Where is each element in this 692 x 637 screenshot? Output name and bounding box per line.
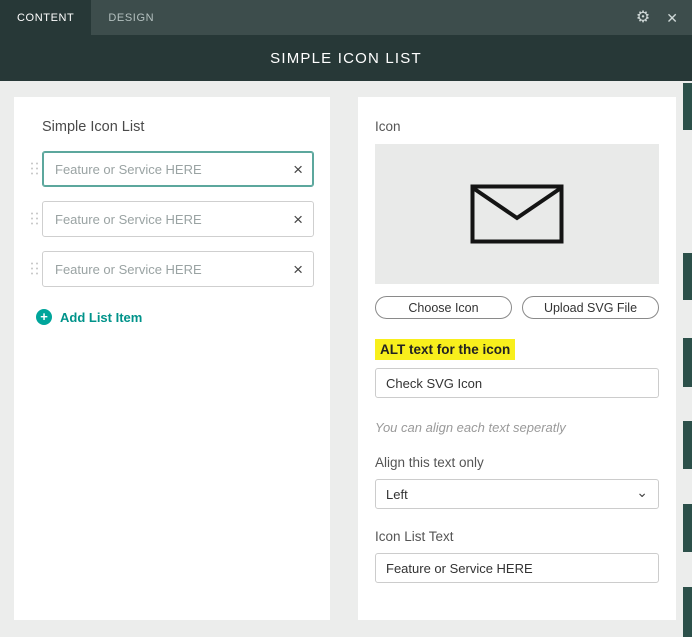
plus-icon: + xyxy=(36,309,52,325)
drag-handle-icon[interactable] xyxy=(31,213,39,226)
page-edge-strip xyxy=(683,253,692,300)
choose-icon-button[interactable]: Choose Icon xyxy=(375,296,512,319)
icon-preview-box xyxy=(375,144,659,284)
alt-text-label: ALT text for the icon xyxy=(375,339,515,360)
align-note: You can align each text seperatly xyxy=(375,420,659,435)
upload-svg-button[interactable]: Upload SVG File xyxy=(522,296,659,319)
list-panel-heading: Simple Icon List xyxy=(42,119,314,135)
envelope-icon xyxy=(470,184,564,244)
page-edge-strip xyxy=(683,504,692,552)
align-label: Align this text only xyxy=(375,455,659,470)
icon-list-text-input[interactable] xyxy=(375,553,659,583)
add-list-item-label: Add List Item xyxy=(60,310,142,325)
icon-list-text-label: Icon List Text xyxy=(375,529,659,544)
align-select-value: Left xyxy=(386,487,408,502)
list-item: × xyxy=(42,251,314,287)
add-list-item-button[interactable]: + Add List Item xyxy=(36,309,142,325)
tab-bar: CONTENT DESIGN ⚙ ✕ xyxy=(0,0,692,35)
remove-item-icon[interactable]: × xyxy=(287,161,303,178)
icon-buttons-row: Choose Icon Upload SVG File xyxy=(375,296,659,319)
icon-settings-panel: Icon Choose Icon Upload SVG File ALT tex… xyxy=(358,97,676,620)
page-edge-strip xyxy=(683,421,692,469)
drag-handle-icon[interactable] xyxy=(31,263,39,276)
tab-content-label: CONTENT xyxy=(17,12,74,24)
tab-content[interactable]: CONTENT xyxy=(0,0,91,35)
remove-item-icon[interactable]: × xyxy=(287,211,303,228)
drag-handle-icon[interactable] xyxy=(31,163,39,176)
list-item-input-3[interactable] xyxy=(53,261,287,278)
page-title: SIMPLE ICON LIST xyxy=(270,50,422,67)
page-edge-strip xyxy=(683,587,692,637)
gear-icon[interactable]: ⚙ xyxy=(636,10,650,26)
remove-item-icon[interactable]: × xyxy=(287,261,303,278)
list-panel: Simple Icon List × × xyxy=(14,97,330,620)
tab-design[interactable]: DESIGN xyxy=(91,0,171,35)
alt-text-label-row: ALT text for the icon xyxy=(375,341,659,359)
list-item: × xyxy=(42,151,314,187)
page-edge-strip xyxy=(683,83,692,130)
list-item: × xyxy=(42,201,314,237)
alt-text-input[interactable] xyxy=(375,368,659,398)
widget-editor-window: CONTENT DESIGN ⚙ ✕ SIMPLE ICON LIST Simp… xyxy=(0,0,692,637)
window-actions: ⚙ ✕ xyxy=(636,0,692,35)
list-item-input-1[interactable] xyxy=(53,161,287,178)
align-select[interactable]: Left ⌄ xyxy=(375,479,659,509)
close-icon[interactable]: ✕ xyxy=(666,11,678,25)
list-item-input-2[interactable] xyxy=(53,211,287,228)
title-bar: SIMPLE ICON LIST xyxy=(0,35,692,81)
page-edge-strip xyxy=(683,338,692,387)
tab-design-label: DESIGN xyxy=(108,12,154,24)
icon-section-label: Icon xyxy=(375,119,659,134)
chevron-down-icon: ⌄ xyxy=(636,485,648,499)
